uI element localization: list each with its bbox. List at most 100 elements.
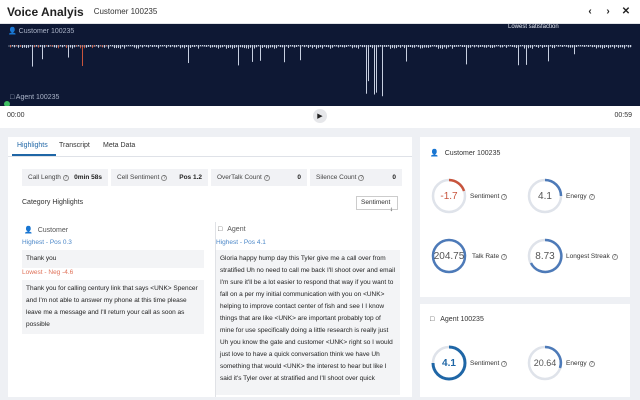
- call-stats: Call Length? 0min 58s Cell Sentiment? Po…: [22, 169, 408, 186]
- tab-transcript[interactable]: Transcript: [59, 142, 90, 149]
- waveform-bar: [234, 45, 235, 49]
- waveform-bar: [238, 45, 239, 66]
- waveform-bar: [124, 45, 125, 49]
- waveform-bar: [548, 45, 549, 62]
- waveform-bar: [604, 45, 605, 49]
- stat-cell-sentiment: Cell Sentiment? Pos 1.2: [111, 169, 208, 186]
- chevron-left-icon[interactable]: ‹: [584, 5, 596, 17]
- waveform-bar: [38, 45, 39, 48]
- waveform-bar: [218, 45, 219, 49]
- waveform[interactable]: [0, 24, 640, 106]
- waveform-bar: [80, 45, 81, 49]
- customer-sentiment-label: Sentiment?: [470, 193, 508, 200]
- waveform-bar: [316, 45, 317, 49]
- waveform-bar: [526, 45, 527, 65]
- waveform-bar: [228, 45, 229, 48]
- user-icon: 👤: [24, 227, 33, 234]
- help-icon: ?: [611, 253, 618, 260]
- waveform-bar: [114, 45, 115, 49]
- help-icon: ?: [358, 174, 365, 181]
- waveform-bar: [42, 45, 43, 60]
- tab-highlights[interactable]: Highlights: [17, 142, 48, 149]
- waveform-bar: [442, 45, 443, 49]
- waveform-bar: [26, 45, 27, 49]
- waveform-bar: [554, 45, 555, 49]
- waveform-bar: [312, 45, 313, 49]
- customer-panel-title: 👤 Customer 100235: [430, 149, 501, 158]
- waveform-bar: [390, 45, 391, 49]
- close-icon[interactable]: ✕: [620, 5, 632, 17]
- waveform-bar: [452, 45, 453, 49]
- agent-metrics-panel: □ Agent 100235 4.1 Sentiment? 20.64 Energ…: [420, 304, 630, 397]
- help-icon: ?: [588, 193, 595, 200]
- waveform-bar: [104, 45, 105, 48]
- waveform-bar: [158, 45, 159, 49]
- waveform-bar: [288, 45, 289, 49]
- waveform-bar: [518, 45, 519, 66]
- waveform-bar: [352, 45, 353, 49]
- waveform-bar: [602, 45, 603, 49]
- customer-talk-rate-gauge: 204.75: [430, 237, 468, 275]
- waveform-bar: [420, 45, 421, 49]
- sentiment-select[interactable]: Sentiment ↕: [356, 196, 398, 213]
- waveform-bar: [394, 45, 395, 49]
- waveform-bar: [412, 45, 413, 48]
- waveform-bar: [274, 45, 275, 49]
- waveform-bar: [440, 45, 441, 49]
- customer-track-label: 👤 Customer 100235: [8, 28, 75, 35]
- waveform-bar: [596, 45, 597, 49]
- chevron-right-icon[interactable]: ›: [602, 5, 614, 17]
- agent-energy-gauge: 20.64: [526, 344, 564, 382]
- waveform-bar: [284, 45, 285, 63]
- waveform-bar: [538, 45, 539, 48]
- waveform-bar: [308, 45, 309, 48]
- app-header: Voice Analyis Customer 100235 ‹ › ✕: [0, 0, 640, 24]
- waveform-bar: [614, 45, 615, 49]
- waveform-bar: [356, 45, 357, 48]
- waveform-bar: [276, 45, 277, 49]
- waveform-panel[interactable]: 👤 Customer 100235 □ Agent 100235 Lowest …: [0, 24, 640, 106]
- waveform-bar: [528, 45, 529, 49]
- waveform-bar: [226, 45, 227, 49]
- waveform-bar: [116, 45, 117, 49]
- help-icon: ?: [62, 174, 69, 181]
- waveform-bar: [574, 45, 575, 55]
- waveform-bar: [486, 45, 487, 48]
- waveform-bar: [252, 45, 253, 62]
- waveform-bar: [210, 45, 211, 48]
- waveform-bar: [466, 45, 467, 65]
- waveform-bar: [86, 45, 87, 48]
- stat-overtalk-count: OverTalk Count? 0: [211, 169, 307, 186]
- waveform-bar: [330, 45, 331, 49]
- waveform-bar: [532, 45, 533, 49]
- highlights-panel: Highlights Transcript Meta Data Call Len…: [8, 137, 412, 397]
- waveform-bar: [372, 45, 373, 49]
- waveform-bar: [414, 45, 415, 48]
- waveform-bar: [492, 45, 493, 48]
- waveform-bar: [428, 45, 429, 48]
- tab-meta-data[interactable]: Meta Data: [103, 142, 135, 149]
- waveform-bar: [22, 45, 23, 48]
- waveform-bar: [18, 45, 19, 48]
- waveform-bar: [524, 45, 525, 49]
- play-button[interactable]: ▶: [313, 109, 327, 123]
- help-icon: ?: [161, 174, 168, 181]
- help-icon: ?: [501, 253, 508, 260]
- waveform-bar: [608, 45, 609, 49]
- customer-energy-label: Energy?: [566, 193, 595, 200]
- customer-sentiment-gauge: -1.7: [430, 177, 468, 215]
- waveform-bar: [468, 45, 469, 48]
- customer-energy-gauge: 4.1: [526, 177, 564, 215]
- waveform-bar: [134, 45, 135, 48]
- waveform-bar: [28, 45, 29, 48]
- waveform-bar: [246, 45, 247, 49]
- waveform-bar: [32, 45, 33, 67]
- waveform-bar: [322, 45, 323, 49]
- waveform-bar: [382, 45, 383, 97]
- agent-sentiment-gauge: 4.1: [430, 344, 468, 382]
- waveform-bar: [438, 45, 439, 49]
- customer-talk-rate-label: Talk Rate?: [472, 253, 508, 260]
- user-icon: 👤: [430, 150, 439, 157]
- waveform-bar: [392, 45, 393, 48]
- waveform-bar: [366, 45, 367, 94]
